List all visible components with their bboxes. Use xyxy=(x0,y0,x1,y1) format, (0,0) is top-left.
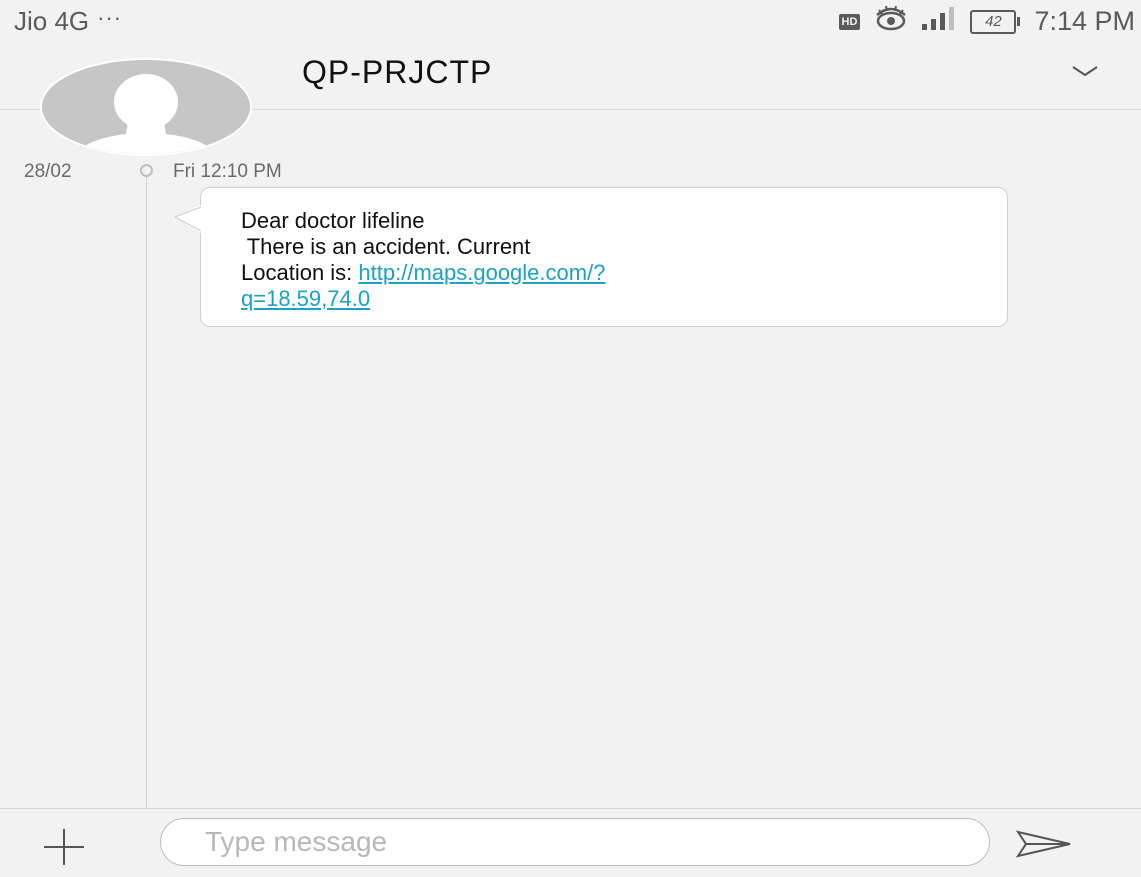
message-input[interactable] xyxy=(160,818,990,866)
maps-link[interactable]: http://maps.google.com/? xyxy=(358,260,605,285)
maps-link-continued[interactable]: q=18.59,74.0 xyxy=(241,286,370,311)
clock: 7:14 PM xyxy=(1034,6,1135,36)
chevron-down-icon[interactable] xyxy=(1071,64,1099,83)
message-line-2: There is an accident. Current xyxy=(241,234,531,259)
message-date: 28/02 xyxy=(24,161,72,182)
timeline-dot xyxy=(140,164,153,177)
message-time: Fri 12:10 PM xyxy=(173,161,282,182)
message-location-prefix: Location is: xyxy=(241,260,359,285)
battery-level: 42 xyxy=(970,9,1017,34)
carrier-label: Jio 4G xyxy=(14,6,90,36)
compose-bar xyxy=(0,808,1141,877)
message-line-4: q=18.59,74.0 xyxy=(241,286,987,312)
status-right: HD 42 7:14 PM xyxy=(838,5,1135,38)
contact-avatar[interactable] xyxy=(40,58,252,156)
signal-icon xyxy=(922,6,956,37)
status-left: Jio 4G ··· xyxy=(14,4,123,37)
plus-icon[interactable] xyxy=(42,825,86,869)
bubble-tail xyxy=(173,205,203,240)
status-bar: Jio 4G ··· HD 42 7:14 PM xyxy=(0,0,1141,44)
person-icon xyxy=(42,60,250,154)
message-bubble[interactable]: Dear doctor lifeline There is an acciden… xyxy=(200,187,1008,327)
message-line-1: Dear doctor lifeline xyxy=(241,208,425,233)
message-line-3: Location is: http://maps.google.com/? xyxy=(241,260,987,286)
hd-badge: HD xyxy=(838,13,861,30)
send-icon[interactable] xyxy=(1015,829,1076,864)
battery-tip xyxy=(1017,17,1021,26)
battery-icon: 42 xyxy=(970,9,1021,34)
more-notifications-indicator: ··· xyxy=(97,4,123,30)
contact-name[interactable]: QP-PRJCTP xyxy=(302,54,492,91)
timeline-line xyxy=(146,176,147,808)
eye-icon xyxy=(874,5,908,38)
